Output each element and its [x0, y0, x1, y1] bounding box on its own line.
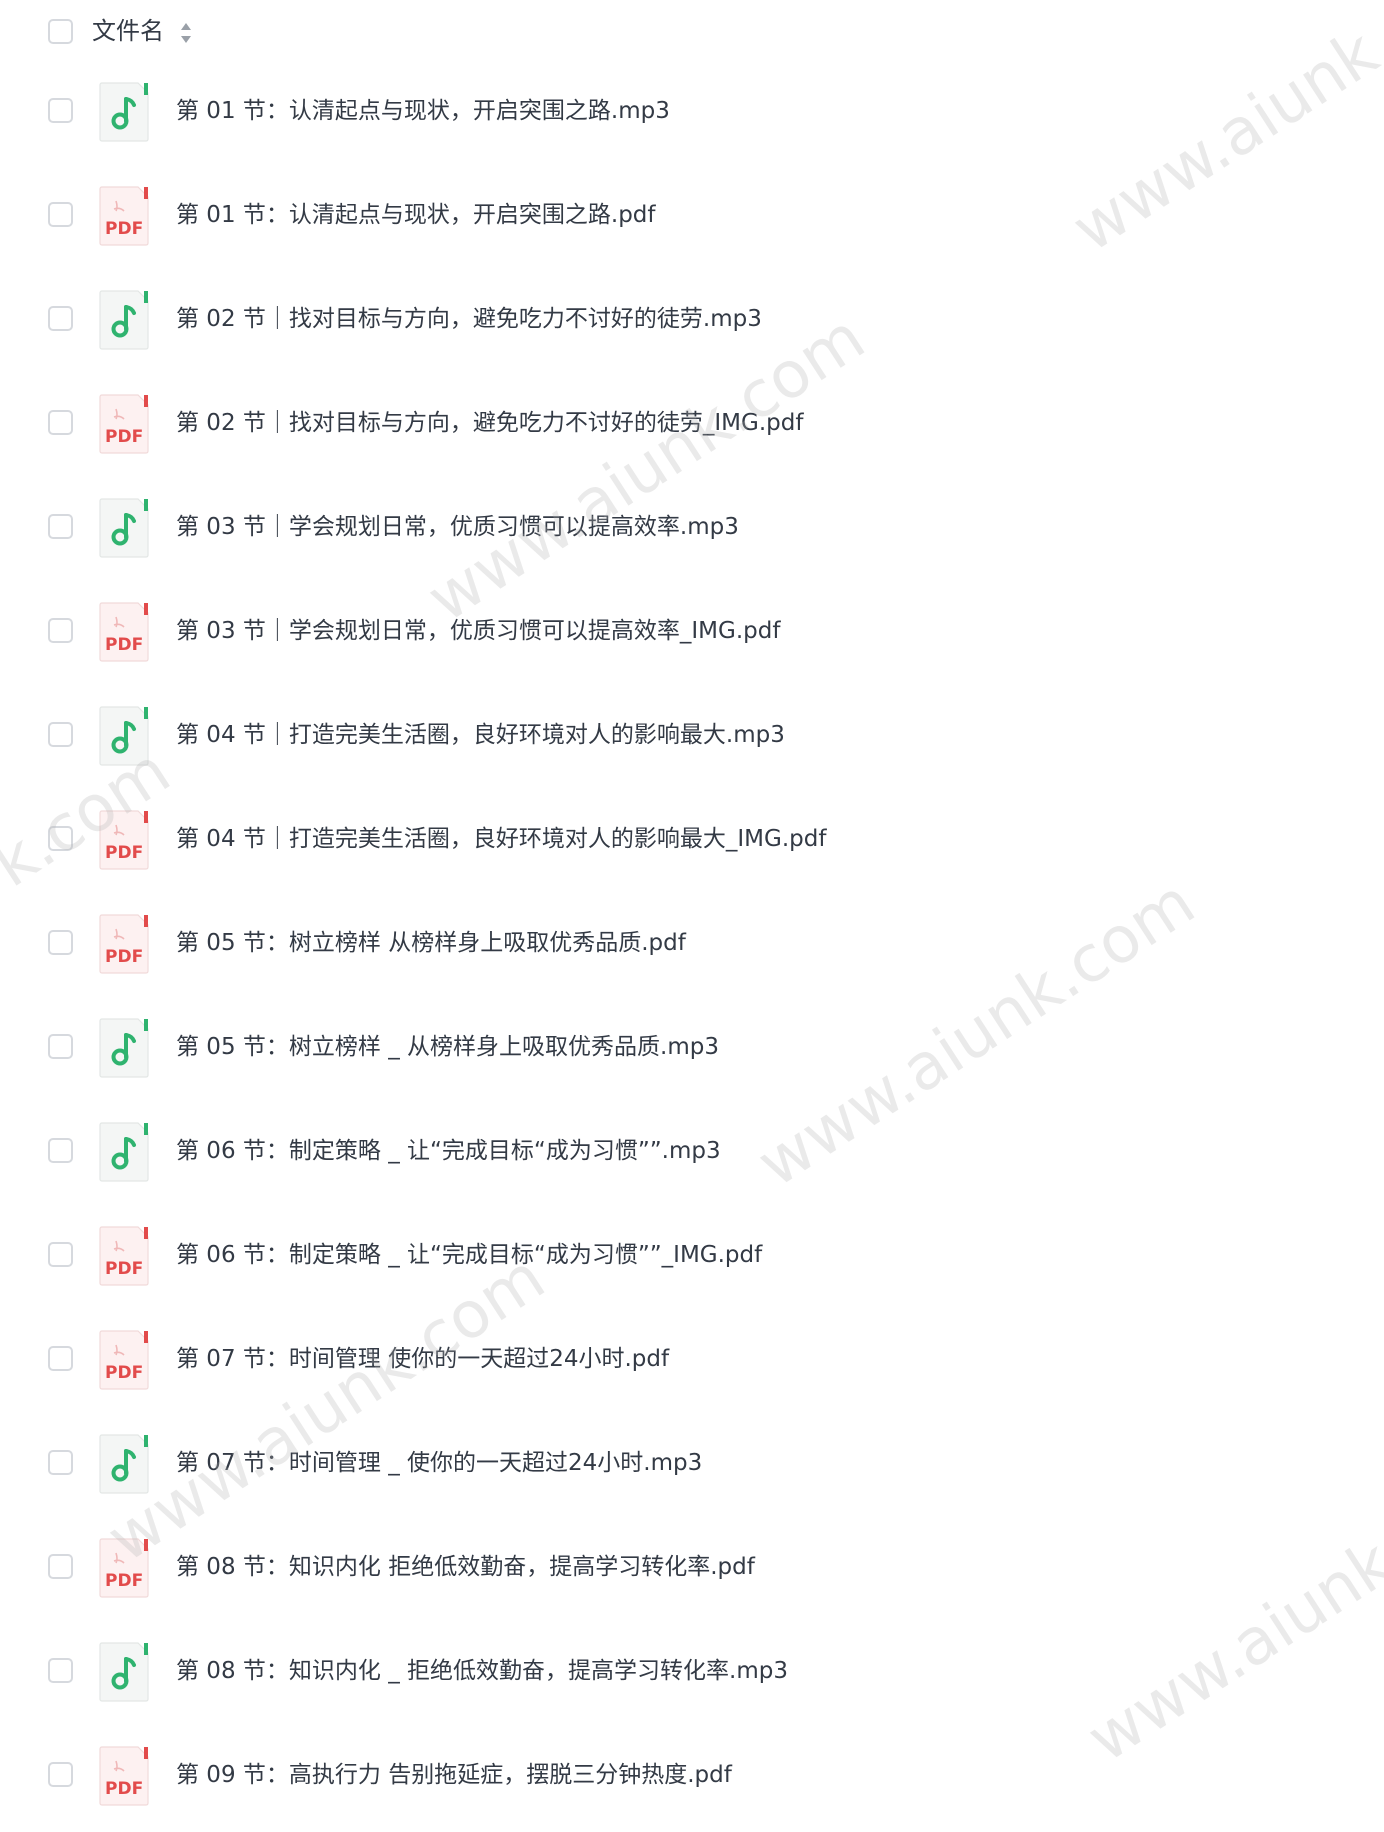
row-checkbox[interactable] [48, 1554, 73, 1579]
file-row[interactable]: 第 06 节：制定策略 _ 让“完成目标“成为习惯””.mp3 [0, 1104, 1384, 1208]
file-name-link[interactable]: 第 09 节：高执行力 告别拖延症，摆脱三分钟热度.pdf [176, 1758, 732, 1792]
row-checkbox[interactable] [48, 826, 73, 851]
file-name-link[interactable]: 第 04 节｜打造完美生活圈，良好环境对人的影响最大_IMG.pdf [176, 822, 826, 856]
file-name-link[interactable]: 第 08 节：知识内化 _ 拒绝低效勤奋，提高学习转化率.mp3 [176, 1654, 788, 1688]
row-checkbox[interactable] [48, 514, 73, 539]
music-note-icon[interactable] [98, 497, 150, 559]
svg-text:PDF: PDF [105, 1259, 143, 1279]
file-row[interactable]: PDF 第 06 节：制定策略 _ 让“完成目标“成为习惯””_IMG.pdf [0, 1208, 1384, 1312]
row-checkbox[interactable] [48, 202, 73, 227]
pdf-file-icon[interactable]: PDF [98, 809, 150, 871]
file-name-link[interactable]: 第 08 节：知识内化 拒绝低效勤奋，提高学习转化率.pdf [176, 1550, 755, 1584]
svg-text:PDF: PDF [105, 1363, 143, 1383]
row-checkbox[interactable] [48, 1658, 73, 1683]
row-checkbox[interactable] [48, 1346, 73, 1371]
file-name-link[interactable]: 第 06 节：制定策略 _ 让“完成目标“成为习惯””.mp3 [176, 1134, 721, 1168]
row-checkbox[interactable] [48, 1034, 73, 1059]
pdf-file-icon[interactable]: PDF [98, 185, 150, 247]
pdf-file-icon[interactable]: PDF [98, 393, 150, 455]
pdf-file-icon[interactable]: PDF [98, 1537, 150, 1599]
pdf-file-icon[interactable]: PDF [98, 913, 150, 975]
row-checkbox[interactable] [48, 306, 73, 331]
file-name-link[interactable]: 第 04 节｜打造完美生活圈，良好环境对人的影响最大.mp3 [176, 718, 785, 752]
row-checkbox[interactable] [48, 1242, 73, 1267]
music-note-icon[interactable] [98, 81, 150, 143]
file-row[interactable]: 第 08 节：知识内化 _ 拒绝低效勤奋，提高学习转化率.mp3 [0, 1624, 1384, 1728]
file-row[interactable]: 第 03 节｜学会规划日常，优质习惯可以提高效率.mp3 [0, 480, 1384, 584]
column-header-filename[interactable]: 文件名 [92, 14, 164, 48]
row-checkbox[interactable] [48, 618, 73, 643]
row-checkbox[interactable] [48, 1138, 73, 1163]
file-row[interactable]: 第 01 节：认清起点与现状，开启突围之路.mp3 [0, 64, 1384, 168]
music-note-icon[interactable] [98, 1433, 150, 1495]
music-note-icon[interactable] [98, 705, 150, 767]
music-note-icon[interactable] [98, 289, 150, 351]
file-row[interactable]: PDF 第 05 节：树立榜样 从榜样身上吸取优秀品质.pdf [0, 896, 1384, 1000]
svg-text:PDF: PDF [105, 427, 143, 447]
pdf-file-icon[interactable]: PDF [98, 1745, 150, 1807]
svg-text:PDF: PDF [105, 635, 143, 655]
file-row[interactable]: 第 07 节：时间管理 _ 使你的一天超过24小时.mp3 [0, 1416, 1384, 1520]
music-note-icon[interactable] [98, 1641, 150, 1703]
svg-text:PDF: PDF [105, 1571, 143, 1591]
file-row[interactable]: 第 05 节：树立榜样 _ 从榜样身上吸取优秀品质.mp3 [0, 1000, 1384, 1104]
file-name-link[interactable]: 第 06 节：制定策略 _ 让“完成目标“成为习惯””_IMG.pdf [176, 1238, 762, 1272]
file-list: 第 01 节：认清起点与现状，开启突围之路.mp3 PDF 第 01 节：认清起… [0, 64, 1384, 1832]
music-note-icon[interactable] [98, 1017, 150, 1079]
svg-text:PDF: PDF [105, 219, 143, 239]
svg-text:PDF: PDF [105, 843, 143, 863]
file-row[interactable]: PDF 第 01 节：认清起点与现状，开启突围之路.pdf [0, 168, 1384, 272]
row-checkbox[interactable] [48, 410, 73, 435]
music-note-icon[interactable] [98, 1121, 150, 1183]
select-all-checkbox[interactable] [48, 19, 73, 44]
file-list-header: 文件名 [0, 0, 1384, 64]
file-row[interactable]: 第 02 节｜找对目标与方向，避免吃力不讨好的徒劳.mp3 [0, 272, 1384, 376]
pdf-file-icon[interactable]: PDF [98, 601, 150, 663]
file-row[interactable]: PDF 第 03 节｜学会规划日常，优质习惯可以提高效率_IMG.pdf [0, 584, 1384, 688]
file-name-link[interactable]: 第 03 节｜学会规划日常，优质习惯可以提高效率_IMG.pdf [176, 614, 780, 648]
file-name-link[interactable]: 第 05 节：树立榜样 _ 从榜样身上吸取优秀品质.mp3 [176, 1030, 719, 1064]
file-row[interactable]: PDF 第 08 节：知识内化 拒绝低效勤奋，提高学习转化率.pdf [0, 1520, 1384, 1624]
file-row[interactable]: PDF 第 07 节：时间管理 使你的一天超过24小时.pdf [0, 1312, 1384, 1416]
row-checkbox[interactable] [48, 1450, 73, 1475]
file-name-link[interactable]: 第 05 节：树立榜样 从榜样身上吸取优秀品质.pdf [176, 926, 686, 960]
file-row[interactable]: PDF 第 09 节：高执行力 告别拖延症，摆脱三分钟热度.pdf [0, 1728, 1384, 1832]
row-checkbox[interactable] [48, 722, 73, 747]
sort-updown-icon[interactable] [179, 21, 193, 45]
file-row[interactable]: PDF 第 04 节｜打造完美生活圈，良好环境对人的影响最大_IMG.pdf [0, 792, 1384, 896]
file-name-link[interactable]: 第 02 节｜找对目标与方向，避免吃力不讨好的徒劳_IMG.pdf [176, 406, 803, 440]
file-name-link[interactable]: 第 03 节｜学会规划日常，优质习惯可以提高效率.mp3 [176, 510, 739, 544]
file-name-link[interactable]: 第 01 节：认清起点与现状，开启突围之路.pdf [176, 198, 656, 232]
file-row[interactable]: 第 04 节｜打造完美生活圈，良好环境对人的影响最大.mp3 [0, 688, 1384, 792]
file-row[interactable]: PDF 第 02 节｜找对目标与方向，避免吃力不讨好的徒劳_IMG.pdf [0, 376, 1384, 480]
svg-text:PDF: PDF [105, 947, 143, 967]
row-checkbox[interactable] [48, 1762, 73, 1787]
svg-text:PDF: PDF [105, 1779, 143, 1799]
row-checkbox[interactable] [48, 930, 73, 955]
pdf-file-icon[interactable]: PDF [98, 1329, 150, 1391]
file-name-link[interactable]: 第 07 节：时间管理 使你的一天超过24小时.pdf [176, 1342, 669, 1376]
pdf-file-icon[interactable]: PDF [98, 1225, 150, 1287]
row-checkbox[interactable] [48, 98, 73, 123]
file-name-link[interactable]: 第 02 节｜找对目标与方向，避免吃力不讨好的徒劳.mp3 [176, 302, 762, 336]
file-name-link[interactable]: 第 07 节：时间管理 _ 使你的一天超过24小时.mp3 [176, 1446, 702, 1480]
file-name-link[interactable]: 第 01 节：认清起点与现状，开启突围之路.mp3 [176, 94, 670, 128]
